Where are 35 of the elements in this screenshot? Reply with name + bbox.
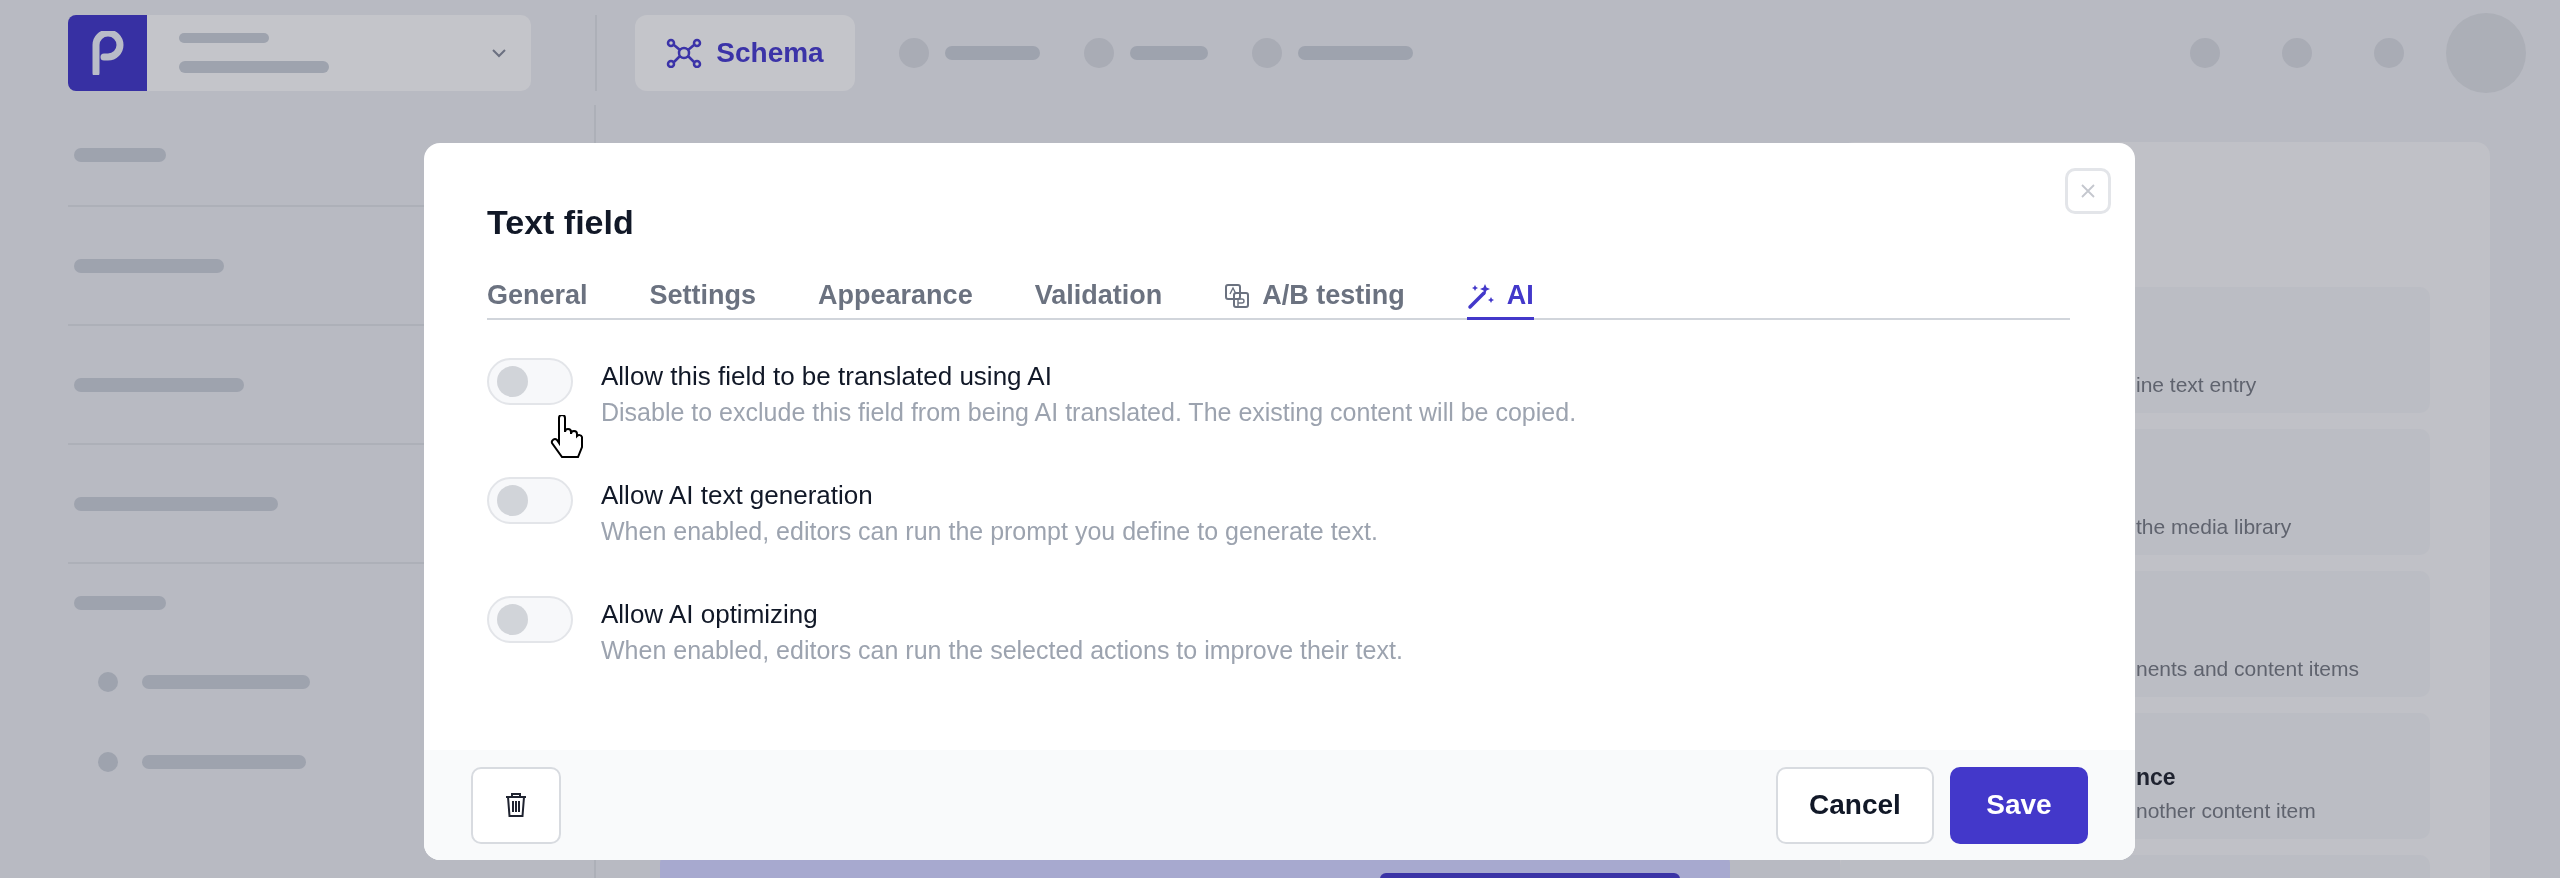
placeholder-dot [98, 672, 118, 692]
trash-icon [505, 792, 527, 818]
card-title: nce [2136, 764, 2177, 791]
close-button[interactable] [2065, 168, 2111, 214]
placeholder-dot [98, 752, 118, 772]
option-label: Allow this field to be translated using AI [601, 361, 1053, 392]
toggle-switch[interactable] [487, 596, 573, 643]
card-description: the media library [2136, 515, 2293, 539]
tab[interactable]: A/B testing [1224, 280, 1405, 320]
tab[interactable]: General [487, 280, 588, 320]
card-description: ine text entry [2136, 373, 2258, 397]
option-description: When enabled, editors can run the prompt you define to generate text. [601, 517, 1378, 546]
save-button[interactable]: Save [1950, 766, 2088, 844]
tab[interactable]: Settings [649, 280, 757, 320]
tab[interactable]: AI [1466, 280, 1534, 320]
tab[interactable]: Appearance [818, 280, 973, 320]
schema-tab[interactable]: Schema [635, 14, 855, 91]
option-label: Allow AI optimizing [601, 599, 819, 630]
logo-icon[interactable] [68, 14, 147, 91]
option-description: When enabled, editors can run the selected actions to improve their text. [601, 636, 1403, 665]
card-description: nents and content items [2136, 657, 2360, 681]
ab-test-icon [1224, 282, 1251, 309]
card-description: nother content item [2136, 799, 2317, 823]
toggle-switch[interactable] [487, 358, 573, 405]
schema-icon [666, 37, 703, 68]
hand-pointer-icon [549, 415, 583, 461]
option-label: Allow AI text generation [601, 480, 874, 511]
toggle-switch[interactable] [487, 477, 573, 524]
close-icon [2080, 183, 2096, 199]
option-description: Disable to exclude this field from being AI translated. The existing content will be copied. [601, 398, 1577, 427]
cancel-button[interactable]: Cancel [1776, 766, 1934, 844]
tab[interactable]: Validation [1034, 280, 1163, 320]
chevron-down-icon [491, 47, 507, 58]
delete-button[interactable] [471, 766, 561, 844]
dialog-title: Text field [487, 203, 635, 242]
